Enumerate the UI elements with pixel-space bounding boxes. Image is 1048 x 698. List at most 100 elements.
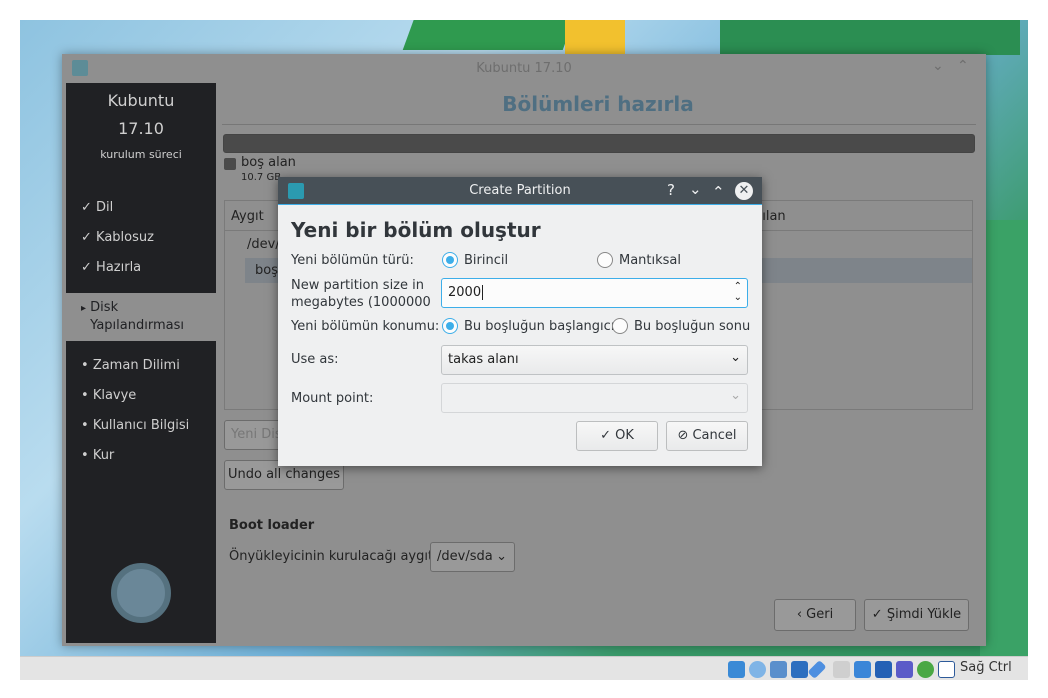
network-icon[interactable]: [791, 661, 808, 678]
cpu-icon[interactable]: [896, 661, 913, 678]
mouse-integration-icon[interactable]: [917, 661, 934, 678]
use-as-label: Use as:: [291, 352, 339, 367]
sidebar-item-label: Zaman Dilimi: [92, 358, 180, 373]
primary-radio-label: Birincil: [464, 253, 509, 268]
help-button[interactable]: ?: [667, 181, 675, 199]
location-start-radio[interactable]: [442, 318, 458, 334]
primary-radio[interactable]: [442, 252, 458, 268]
chevron-left-icon: ‹: [796, 607, 807, 622]
select-value: /dev/sda: [437, 549, 493, 564]
button-label: OK: [615, 428, 634, 443]
sidebar-item-disk-active: ▸ Disk Yapılandırması: [66, 293, 216, 341]
sidebar-item-dil: ✓ Dil: [66, 196, 216, 220]
wallpaper-shape: [565, 20, 625, 55]
size-value: 2000: [448, 285, 482, 300]
done-check-icon: ✓: [81, 200, 92, 215]
column-header-device: Aygıt: [231, 209, 264, 224]
row-label: boş: [255, 263, 278, 278]
wallpaper-shape: [402, 20, 578, 50]
create-partition-dialog: Create Partition ? ⌄ ⌃ ✕ Yeni bir bölüm …: [278, 177, 762, 466]
location-end-radio[interactable]: [612, 318, 628, 334]
chevron-down-icon: ⌄: [730, 388, 741, 403]
sidebar: Kubuntu 17.10 kurulum süreci ✓ Dil ✓ Kab…: [66, 83, 216, 643]
sidebar-item-label: Kur: [92, 448, 115, 463]
sidebar-item-hazirla: ✓ Hazırla: [66, 256, 216, 280]
mount-point-label: Mount point:: [291, 391, 374, 406]
page-title: Bölümleri hazırla: [502, 92, 694, 116]
bullet-icon: •: [81, 358, 89, 373]
spin-arrows-icon[interactable]: ⌃ ⌄: [734, 281, 742, 303]
minimize-icon[interactable]: ⌄: [932, 58, 944, 74]
sidebar-item-label: Hazırla: [96, 260, 142, 275]
sidebar-item-label: Disk Yapılandırması: [90, 300, 184, 333]
sidebar-item-label: Kullanıcı Bilgisi: [92, 418, 190, 433]
table-row-disk[interactable]: /dev/: [247, 237, 280, 252]
ok-button[interactable]: ✓ OK: [576, 421, 658, 451]
wallpaper-shape: [980, 220, 1028, 656]
logical-radio-label: Mantıksal: [619, 253, 682, 268]
logical-radio[interactable]: [597, 252, 613, 268]
usb-icon[interactable]: [807, 659, 827, 680]
dialog-titlebar: Create Partition ? ⌄ ⌃ ✕: [278, 177, 762, 205]
location-start-label: Bu boşluğun başlangıcı: [464, 319, 615, 334]
size-label: New partition size in megabytes (1000000: [291, 278, 431, 310]
sidebar-item-kullanici: • Kullanıcı Bilgisi: [66, 414, 216, 438]
free-space-swatch: [224, 158, 236, 170]
product-subtitle: kurulum süreci: [100, 148, 182, 161]
check-icon: ✓: [871, 607, 887, 622]
wallpaper-shape: [720, 20, 1020, 55]
close-button[interactable]: ✕: [735, 182, 753, 200]
mount-point-combo[interactable]: ⌄: [441, 383, 748, 413]
divider: [222, 124, 976, 125]
install-now-button[interactable]: ✓ Şimdi Yükle: [864, 599, 969, 631]
hard-disk-icon[interactable]: [728, 661, 745, 678]
optical-drive-icon[interactable]: [749, 661, 766, 678]
size-spinbox[interactable]: 2000 ⌃ ⌄: [441, 278, 748, 308]
legend-size: 10.7 GB: [241, 172, 282, 183]
chevron-down-icon: ⌄: [730, 350, 741, 365]
back-button[interactable]: ‹ Geri: [774, 599, 856, 631]
sidebar-item-label: Klavye: [92, 388, 137, 403]
legend-label: boş alan: [241, 155, 296, 170]
type-label: Yeni bölümün türü:: [291, 253, 414, 268]
select-value: takas alanı: [448, 352, 519, 367]
disk-usage-bar: [223, 134, 975, 153]
audio-icon[interactable]: [770, 661, 787, 678]
location-label: Yeni bölümün konumu:: [291, 319, 440, 334]
bootloader-device-select[interactable]: /dev/sda ⌄: [430, 542, 515, 572]
sidebar-item-label: Dil: [96, 200, 114, 215]
host-key-label: Sağ Ctrl: [960, 660, 1012, 675]
bootloader-heading: Boot loader: [229, 518, 315, 533]
cancel-icon: ⊘: [677, 428, 693, 443]
cancel-button[interactable]: ⊘ Cancel: [666, 421, 748, 451]
video-capture-icon[interactable]: [875, 661, 892, 678]
display-icon[interactable]: [854, 661, 871, 678]
keyboard-capture-icon[interactable]: [938, 661, 955, 678]
current-arrow-icon: ▸: [81, 303, 87, 314]
sidebar-item-zaman: • Zaman Dilimi: [66, 354, 216, 378]
chevron-down-icon: ⌄: [496, 549, 507, 564]
text-cursor: [482, 285, 484, 300]
done-check-icon: ✓: [81, 260, 92, 275]
maximize-icon[interactable]: ⌃: [957, 58, 969, 74]
use-as-select[interactable]: takas alanı ⌄: [441, 345, 748, 375]
shared-folder-icon[interactable]: [833, 661, 850, 678]
minimize-icon[interactable]: ⌄: [689, 180, 702, 198]
vm-status-bar: Sağ Ctrl: [20, 656, 1028, 680]
sidebar-item-klavye: • Klavye: [66, 384, 216, 408]
dialog-heading: Yeni bir bölüm oluştur: [291, 218, 541, 242]
bullet-icon: •: [81, 388, 89, 403]
window-title: Kubuntu 17.10: [476, 61, 572, 76]
sidebar-item-label: Kablosuz: [96, 230, 154, 245]
maximize-icon[interactable]: ⌃: [712, 183, 725, 201]
sidebar-item-kablosuz: ✓ Kablosuz: [66, 226, 216, 250]
product-version: 17.10: [118, 119, 164, 138]
product-name: Kubuntu: [107, 91, 175, 110]
bootloader-label: Önyükleyicinin kurulacağı aygıt:: [229, 549, 438, 564]
location-end-label: Bu boşluğun sonu: [634, 319, 751, 334]
done-check-icon: ✓: [81, 230, 92, 245]
button-label: Şimdi Yükle: [886, 607, 962, 622]
bullet-icon: •: [81, 418, 89, 433]
check-icon: ✓: [600, 428, 616, 443]
button-label: Geri: [806, 607, 834, 622]
